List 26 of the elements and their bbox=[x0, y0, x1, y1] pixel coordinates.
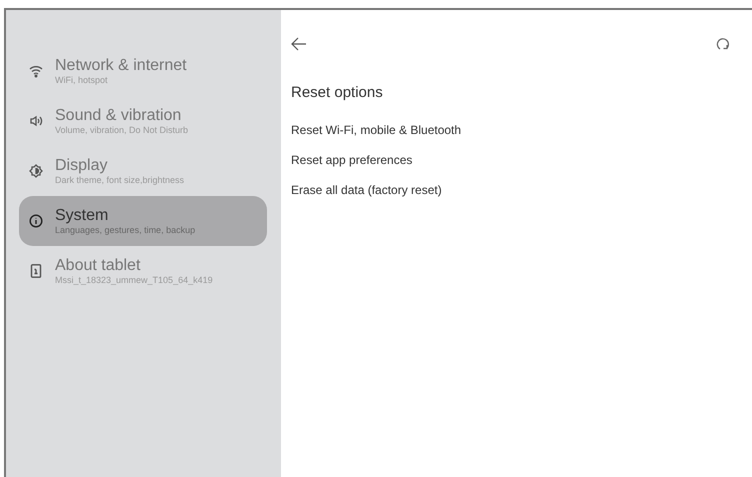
settings-menu-item[interactable]: Sound & vibration Volume, vibration, Do Not Disturb bbox=[19, 96, 267, 146]
item-title: Network & internet bbox=[55, 56, 187, 74]
page-title: Reset options bbox=[291, 84, 384, 101]
info-icon bbox=[29, 214, 43, 228]
item-title: Display bbox=[55, 156, 108, 174]
settings-menu-item[interactable]: Network & internet WiFi, hotspot bbox=[19, 46, 267, 96]
item-subtitle: Mssi_t_18323_ummew_T105_64_k419 bbox=[55, 274, 213, 286]
speaker-icon bbox=[29, 114, 43, 128]
settings-menu-item[interactable]: System Languages, gestures, time, backup bbox=[19, 196, 267, 246]
item-title: Sound & vibration bbox=[55, 106, 182, 124]
settings-menu-item[interactable]: About tablet Mssi_t_18323_ummew_T105_64_k419 bbox=[19, 246, 267, 296]
reset-option[interactable]: Reset Wi-Fi, mobile & Bluetooth bbox=[291, 115, 730, 145]
item-subtitle: Volume, vibration, Do Not Disturb bbox=[55, 124, 188, 136]
tablet-icon bbox=[29, 264, 43, 278]
item-subtitle: WiFi, hotspot bbox=[55, 74, 109, 86]
rotate-icon[interactable] bbox=[716, 37, 730, 51]
wifi-icon bbox=[29, 64, 43, 78]
brightness-icon bbox=[29, 164, 43, 178]
reset-option[interactable]: Erase all data (factory reset) bbox=[291, 175, 730, 205]
item-subtitle: Dark theme, font size,brightness bbox=[55, 174, 184, 186]
item-title: About tablet bbox=[55, 256, 142, 274]
item-title: System bbox=[55, 206, 110, 224]
settings-menu-item[interactable]: Display Dark theme, font size,brightness bbox=[19, 146, 267, 196]
reset-option[interactable]: Reset app preferences bbox=[291, 145, 730, 175]
back-arrow-icon[interactable] bbox=[291, 37, 307, 51]
item-subtitle: Languages, gestures, time, backup bbox=[55, 224, 196, 236]
